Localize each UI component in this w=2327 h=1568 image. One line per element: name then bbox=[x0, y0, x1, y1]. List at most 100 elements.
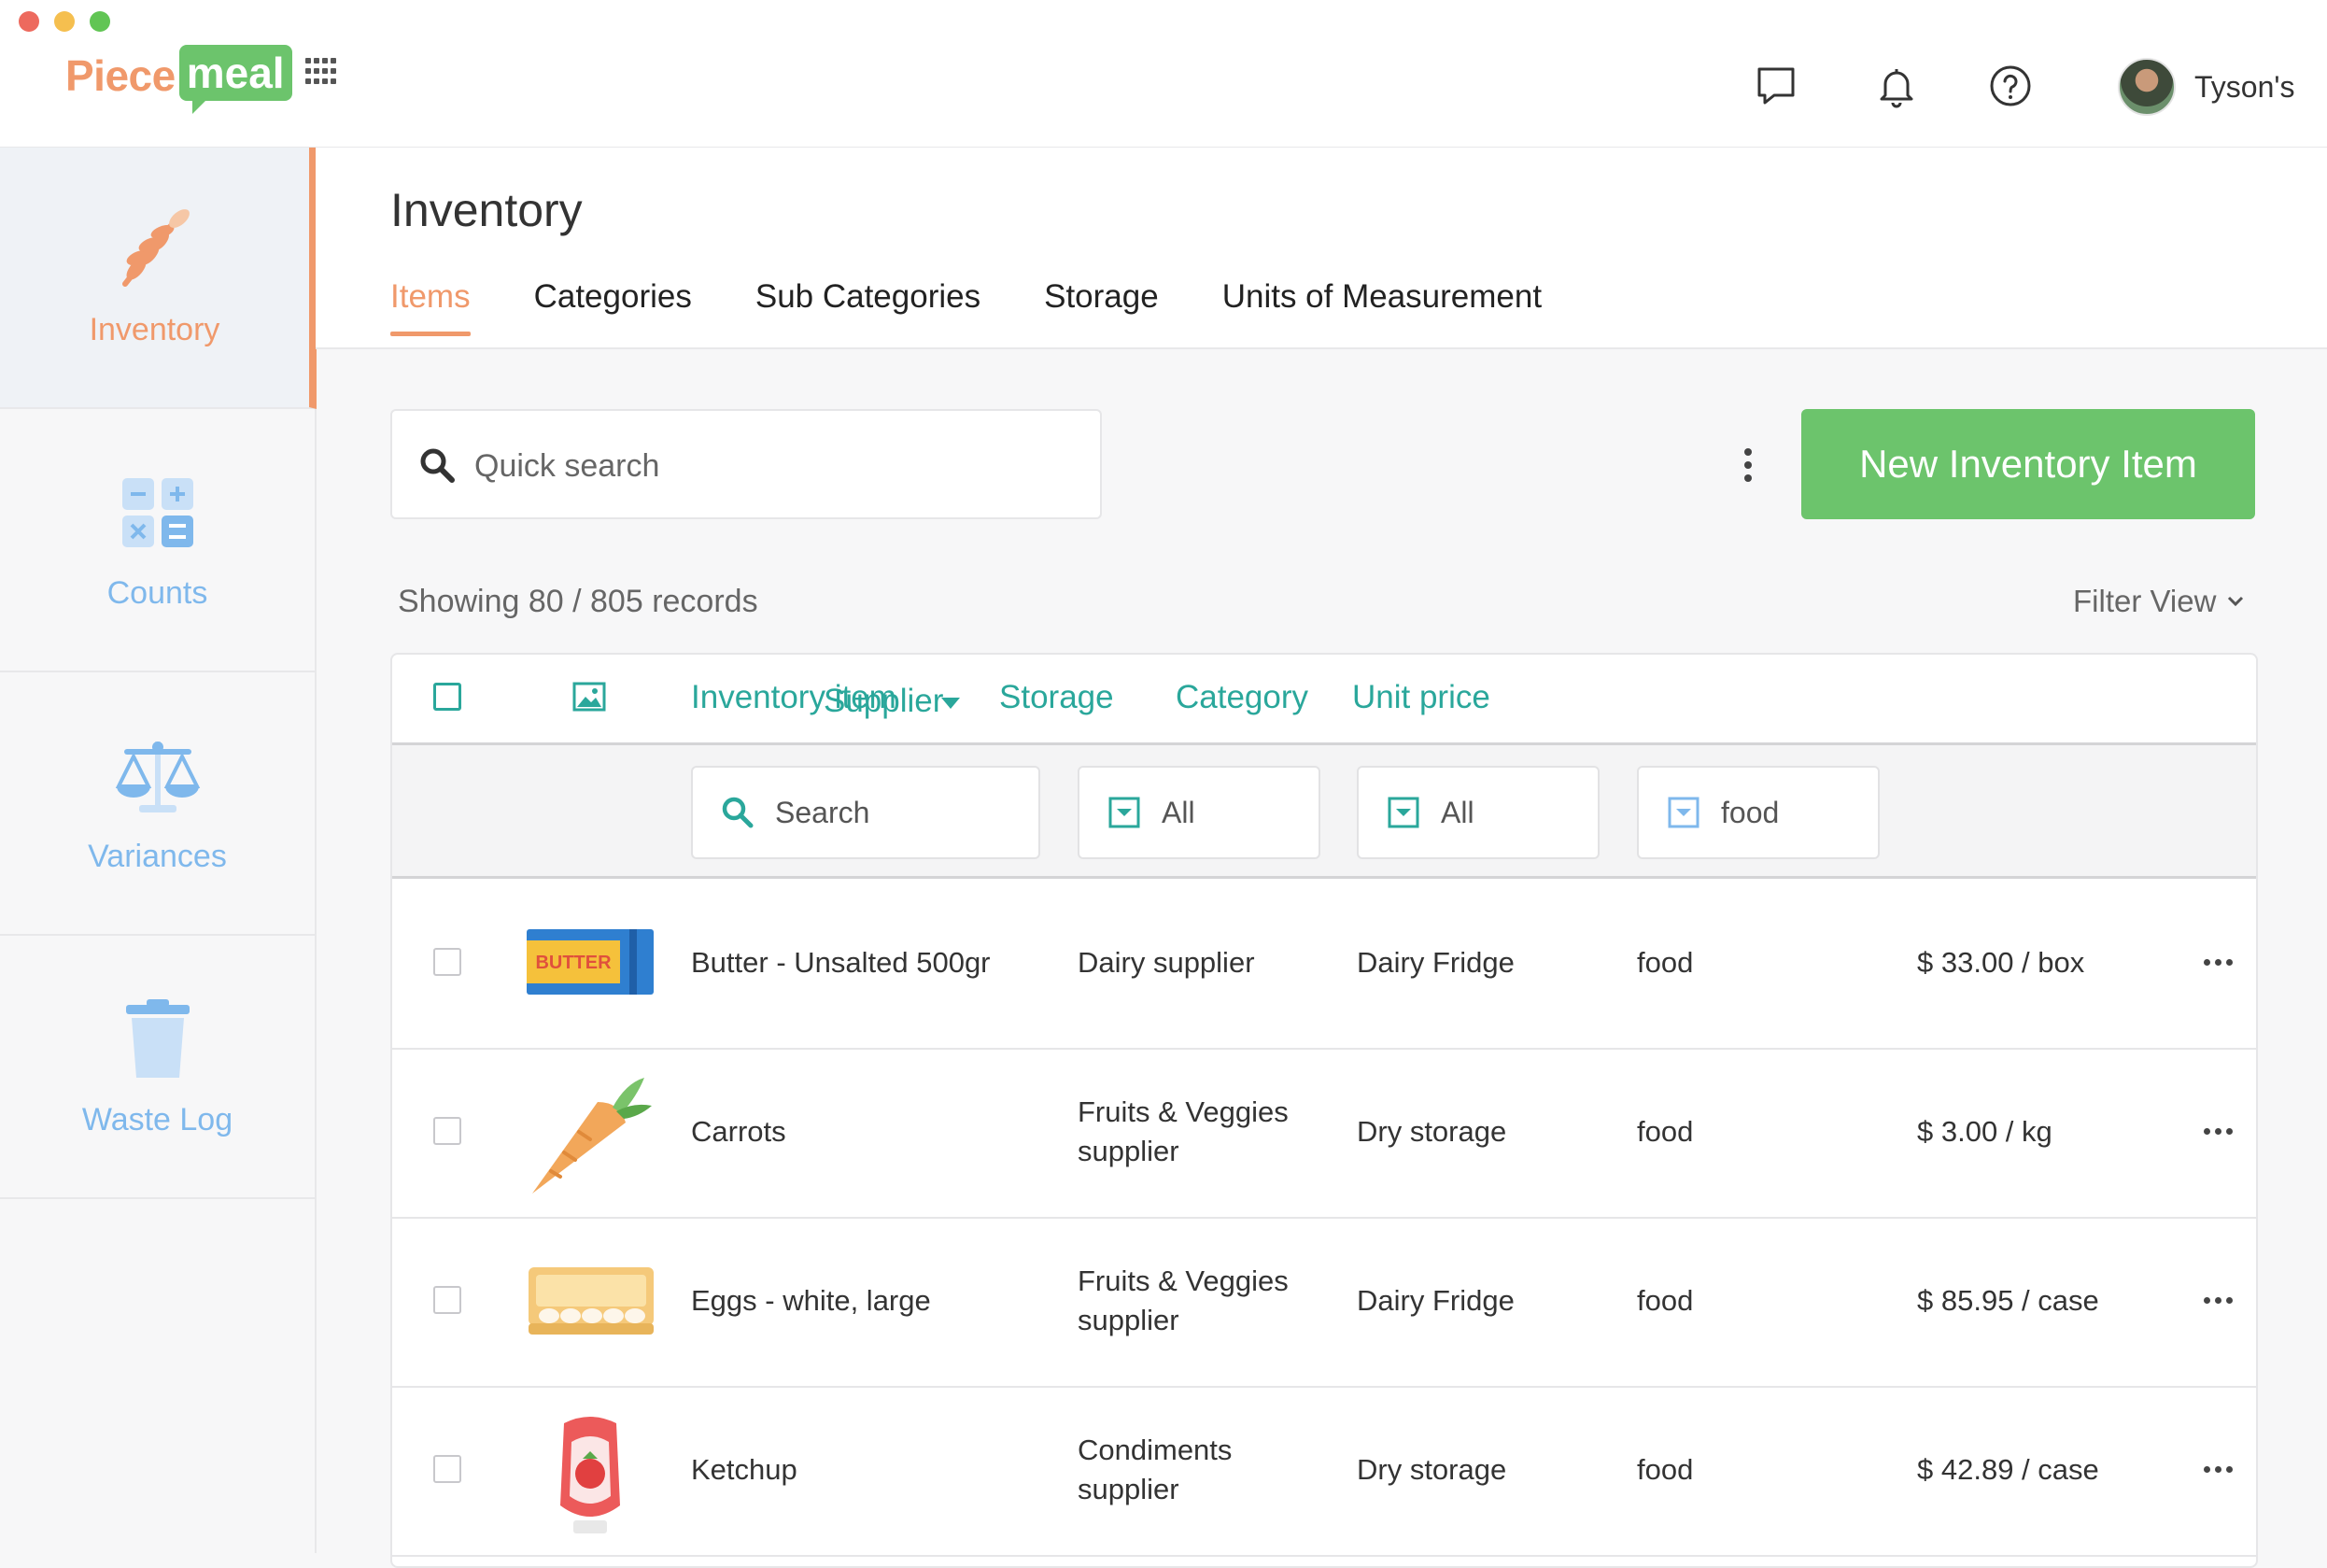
table-row[interactable]: Carrots Fruits & Veggies supplier Dry st… bbox=[392, 1048, 2256, 1219]
unit-price: $ 85.95 / case bbox=[1917, 1284, 2099, 1317]
butter-label: BUTTER bbox=[535, 953, 612, 973]
more-options-icon[interactable] bbox=[1739, 448, 1757, 486]
unit-price: $ 42.89 / case bbox=[1917, 1453, 2099, 1486]
close-window-button[interactable] bbox=[19, 11, 39, 32]
storage-name: Dairy Fridge bbox=[1357, 1284, 1515, 1317]
column-header-supplier[interactable]: Supplier bbox=[824, 683, 943, 720]
supplier-filter-select[interactable]: All bbox=[1078, 766, 1320, 859]
row-checkbox[interactable] bbox=[433, 1455, 461, 1483]
unit-price: $ 3.00 / kg bbox=[1917, 1115, 2052, 1148]
storage-name: Dairy Fridge bbox=[1357, 946, 1515, 979]
carrot-thumbnail bbox=[532, 1078, 652, 1194]
image-icon bbox=[572, 682, 606, 712]
filter-view-label: Filter View bbox=[2073, 584, 2217, 618]
chevron-down-icon bbox=[2228, 596, 2244, 607]
sort-descending-icon[interactable] bbox=[941, 698, 960, 709]
window-controls bbox=[19, 11, 110, 32]
row-more-icon[interactable] bbox=[2204, 1466, 2233, 1473]
storage-filter-select[interactable]: All bbox=[1357, 766, 1600, 859]
search-icon bbox=[420, 448, 455, 483]
row-more-icon[interactable] bbox=[2204, 1297, 2233, 1304]
sidebar-item-label: Variances bbox=[88, 839, 227, 874]
item-search-filter[interactable]: Search bbox=[691, 766, 1040, 859]
column-header-category[interactable]: Category bbox=[1176, 679, 1308, 716]
unit-price: $ 33.00 / box bbox=[1917, 946, 2085, 979]
row-more-icon[interactable] bbox=[2204, 959, 2233, 966]
supplier-name: Condiments supplier bbox=[1078, 1434, 1233, 1505]
logo-text-meal: meal bbox=[178, 45, 292, 114]
item-search-placeholder: Search bbox=[775, 796, 870, 829]
supplier-filter-value: All bbox=[1162, 796, 1195, 829]
tab-categories[interactable]: Categories bbox=[534, 278, 692, 336]
tab-bar: Items Categories Sub Categories Storage … bbox=[390, 278, 1605, 336]
scales-icon bbox=[115, 742, 200, 812]
table-row[interactable]: Ketchup Condiments supplier Dry storage … bbox=[392, 1386, 2256, 1557]
wheat-icon bbox=[121, 209, 190, 287]
filter-view-dropdown[interactable]: Filter View bbox=[2073, 584, 2246, 619]
sidebar-item-variances[interactable]: Variances bbox=[0, 674, 315, 936]
column-header-unit-price[interactable]: Unit price bbox=[1352, 679, 1490, 716]
inventory-table: Inventory item Supplier Storage Category… bbox=[390, 653, 2258, 1568]
top-bar: Piece meal Tyson's bbox=[0, 0, 2327, 148]
row-checkbox[interactable] bbox=[433, 1117, 461, 1145]
storage-name: Dry storage bbox=[1357, 1115, 1507, 1148]
apps-grid-icon[interactable] bbox=[305, 58, 337, 86]
search-icon bbox=[722, 797, 754, 828]
sidebar-item-label: Inventory bbox=[89, 312, 220, 347]
page-title: Inventory bbox=[390, 184, 583, 236]
user-name: Tyson's bbox=[2194, 69, 2295, 104]
category-name: food bbox=[1637, 1453, 1694, 1486]
tab-sub-categories[interactable]: Sub Categories bbox=[755, 278, 980, 336]
tab-storage[interactable]: Storage bbox=[1044, 278, 1159, 336]
dropdown-icon bbox=[1108, 797, 1140, 828]
sidebar: Inventory Counts Variances Waste Log bbox=[0, 148, 317, 1553]
supplier-name: Dairy supplier bbox=[1078, 946, 1255, 979]
row-checkbox[interactable] bbox=[433, 1286, 461, 1314]
user-menu[interactable]: Tyson's bbox=[2118, 58, 2294, 116]
storage-name: Dry storage bbox=[1357, 1453, 1507, 1486]
quick-search-input[interactable] bbox=[472, 439, 1055, 493]
item-name: Butter - Unsalted 500gr bbox=[691, 946, 991, 979]
category-name: food bbox=[1637, 1115, 1694, 1148]
chat-icon[interactable] bbox=[1754, 64, 1798, 108]
avatar bbox=[2118, 58, 2176, 116]
table-header: Inventory item Supplier Storage Category… bbox=[392, 655, 2256, 745]
item-name: Carrots bbox=[691, 1115, 786, 1148]
category-name: food bbox=[1637, 1284, 1694, 1317]
row-more-icon[interactable] bbox=[2204, 1128, 2233, 1135]
supplier-name: Fruits & Veggies supplier bbox=[1078, 1095, 1289, 1167]
select-all-checkbox[interactable] bbox=[433, 683, 461, 711]
new-inventory-item-button[interactable]: New Inventory Item bbox=[1801, 409, 2255, 519]
minimize-window-button[interactable] bbox=[54, 11, 75, 32]
dropdown-icon bbox=[1388, 797, 1419, 828]
row-checkbox[interactable] bbox=[433, 948, 461, 976]
tab-items[interactable]: Items bbox=[390, 278, 471, 336]
calculator-icon bbox=[121, 478, 193, 547]
sidebar-item-label: Waste Log bbox=[81, 1102, 233, 1137]
column-header-storage[interactable]: Storage bbox=[999, 679, 1114, 716]
records-count: Showing 80 / 805 records bbox=[398, 584, 758, 619]
ketchup-thumbnail bbox=[560, 1417, 620, 1533]
sidebar-item-counts[interactable]: Counts bbox=[0, 411, 315, 672]
help-icon[interactable] bbox=[1988, 64, 2033, 108]
item-name: Ketchup bbox=[691, 1453, 797, 1486]
sidebar-item-inventory[interactable]: Inventory bbox=[0, 148, 317, 409]
filter-row: Search All All food bbox=[392, 745, 2256, 879]
supplier-name: Fruits & Veggies supplier bbox=[1078, 1264, 1289, 1336]
bell-icon[interactable] bbox=[1874, 64, 1919, 108]
page-header: Inventory Items Categories Sub Categorie… bbox=[316, 148, 2327, 349]
table-row[interactable]: Eggs - white, large Fruits & Veggies sup… bbox=[392, 1217, 2256, 1388]
sidebar-item-waste-log[interactable]: Waste Log bbox=[0, 938, 315, 1199]
butter-thumbnail: BUTTER bbox=[527, 929, 654, 995]
maximize-window-button[interactable] bbox=[90, 11, 110, 32]
tab-units-of-measurement[interactable]: Units of Measurement bbox=[1222, 278, 1542, 336]
app-logo[interactable]: Piece meal bbox=[65, 45, 292, 114]
dropdown-icon bbox=[1668, 797, 1699, 828]
item-name: Eggs - white, large bbox=[691, 1284, 931, 1317]
category-filter-value: food bbox=[1721, 796, 1780, 829]
sidebar-item-label: Counts bbox=[106, 575, 208, 611]
trash-icon bbox=[125, 999, 190, 1078]
table-row[interactable]: BUTTER Butter - Unsalted 500gr Dairy sup… bbox=[392, 879, 2256, 1050]
quick-search-box bbox=[390, 409, 1102, 519]
category-filter-select[interactable]: food bbox=[1637, 766, 1880, 859]
